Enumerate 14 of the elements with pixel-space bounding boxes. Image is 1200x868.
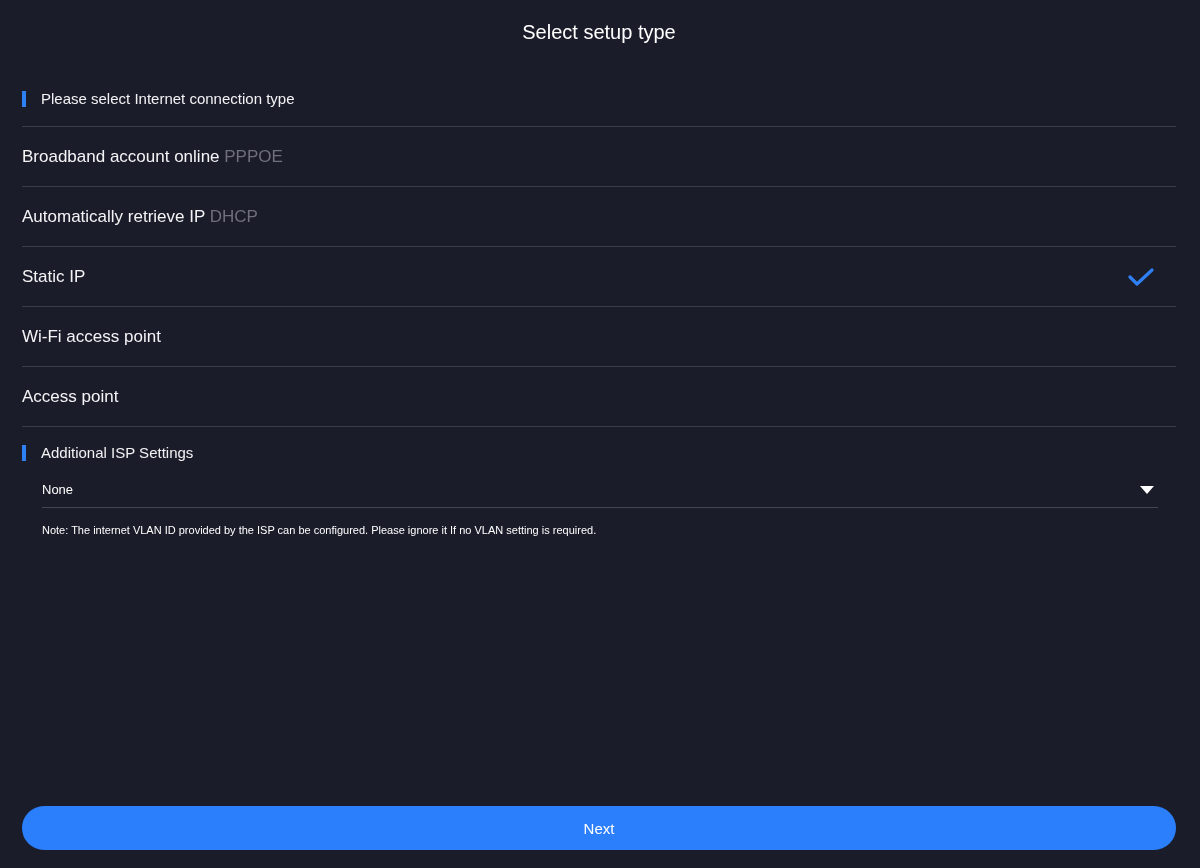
section-marker-icon	[22, 445, 26, 461]
page-title: Select setup type	[522, 20, 676, 44]
next-button[interactable]: Next	[22, 806, 1176, 850]
section-marker-icon	[22, 91, 26, 107]
connection-option[interactable]: Automatically retrieve IP DHCP	[22, 187, 1176, 247]
section-heading: Additional ISP Settings	[41, 444, 194, 462]
connection-option[interactable]: Wi-Fi access point	[22, 307, 1176, 367]
caret-icon	[1140, 485, 1154, 494]
section-heading: Please select Internet connection type	[41, 90, 295, 108]
connection-option[interactable]: Broadband account online PPPOE	[22, 127, 1176, 187]
connection-option[interactable]: Static IP	[22, 247, 1176, 307]
isp-dropdown[interactable]: None	[42, 478, 1158, 508]
note-text: Note: The internet VLAN ID provided by the ISP can be configured. Please ignore it If no VLAN setting is required.	[42, 524, 598, 537]
connection-option[interactable]: Access point	[22, 367, 1176, 427]
